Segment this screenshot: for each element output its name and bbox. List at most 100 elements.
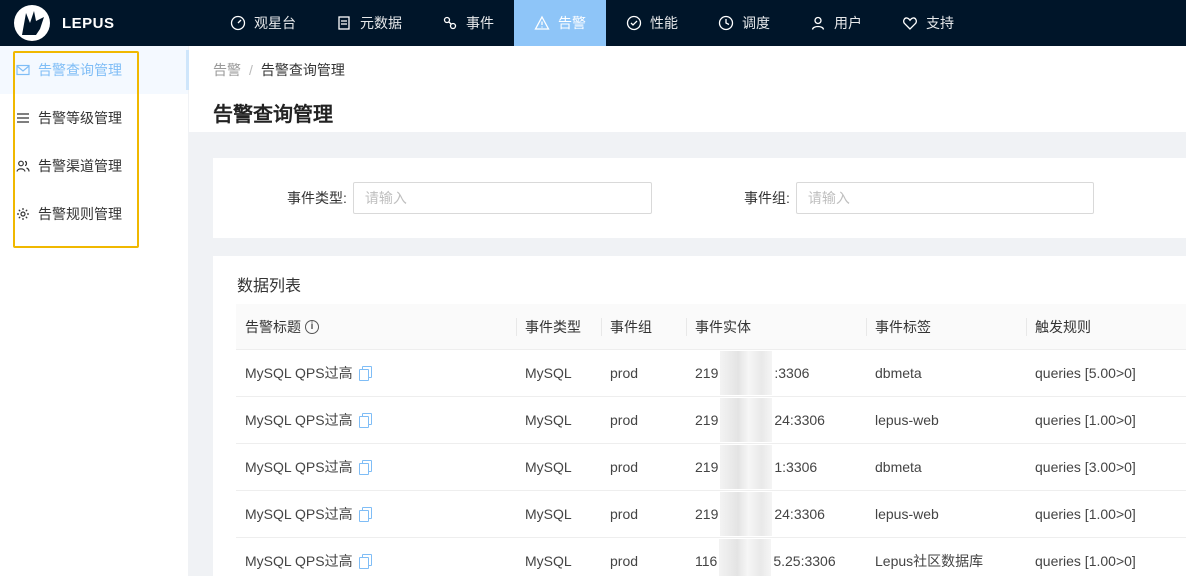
- cell-event-entity: 219 24:3306: [686, 397, 866, 443]
- cell-title: MySQL QPS过高: [236, 444, 516, 490]
- list-icon: [17, 113, 29, 123]
- cell-title: MySQL QPS过高: [236, 491, 516, 537]
- nav-item-event[interactable]: 事件: [422, 0, 514, 46]
- cell-event-tag: Lepus社区数据库: [875, 553, 984, 569]
- sidebar-item-label: 告警规则管理: [38, 206, 122, 222]
- page-title: 告警查询管理: [213, 104, 333, 126]
- nav-label: 性能: [650, 15, 678, 31]
- column-header[interactable]: 事件组: [601, 304, 686, 349]
- cell-event-group: prod: [610, 553, 639, 569]
- cell-event-group: prod: [610, 506, 639, 522]
- nav-item-metadata[interactable]: 元数据: [316, 0, 422, 46]
- column-header[interactable]: 事件标签: [866, 304, 1026, 349]
- copy-icon[interactable]: [358, 413, 372, 428]
- mail-icon: [16, 64, 30, 76]
- sidebar-item-alert-query[interactable]: 告警查询管理: [0, 46, 188, 94]
- warning-icon: [534, 15, 550, 30]
- cell-event-group: prod: [610, 412, 639, 428]
- cell-event-entity: 219:3306: [686, 350, 866, 396]
- event-group-input[interactable]: 请输入: [795, 182, 1094, 214]
- nav-item-user[interactable]: 用户: [790, 0, 882, 46]
- table-row[interactable]: MySQL QPS过高 MySQL prod 219 24:3306 lepus-web q…: [236, 397, 1186, 444]
- logo[interactable]: LEPUS: [0, 0, 190, 46]
- cell-event-tag: lepus-web: [875, 412, 939, 428]
- cell-title: MySQL QPS过高: [236, 397, 516, 443]
- event-icon: [443, 16, 457, 30]
- schedule-icon: [718, 15, 734, 31]
- cell-event-type: MySQL: [525, 365, 572, 381]
- cell-event-type: MySQL: [525, 506, 572, 522]
- heart-icon: [903, 17, 917, 30]
- cell-trigger-rule: queries [1.00>0]: [1035, 412, 1136, 428]
- column-header[interactable]: 告警标题 i: [236, 304, 516, 349]
- info-icon[interactable]: i: [305, 319, 319, 334]
- column-header[interactable]: 触发规则: [1026, 304, 1186, 349]
- cell-trigger-rule: queries [5.00>0]: [1035, 365, 1136, 381]
- dashboard-icon: [230, 15, 246, 31]
- event-group-field: 事件组: 请输入: [744, 182, 1094, 214]
- event-type-field: 事件类型: 请输入: [287, 182, 652, 214]
- nav-item-performance[interactable]: 性能: [606, 0, 698, 46]
- redacted-blur: [720, 398, 773, 442]
- main-nav: 观星台 元数据 事件 告警 性能 调度 用户 支持: [210, 0, 974, 46]
- cell-event-type: MySQL: [525, 553, 572, 569]
- cell-event-entity: 219 24:3306: [686, 491, 866, 537]
- redacted-blur: [719, 539, 772, 576]
- breadcrumb: 告警 / 告警查询管理: [213, 60, 1162, 80]
- nav-item-alert[interactable]: 告警: [514, 0, 606, 46]
- table-row[interactable]: MySQL QPS过高 MySQL prod 219 24:3306 lepus-web q…: [236, 491, 1186, 538]
- copy-icon[interactable]: [358, 554, 372, 569]
- nav-item-support[interactable]: 支持: [882, 0, 974, 46]
- copy-icon[interactable]: [358, 507, 372, 522]
- column-header[interactable]: 事件类型: [516, 304, 601, 349]
- cell-event-tag: dbmeta: [875, 365, 922, 381]
- gear-icon: [17, 208, 29, 220]
- cell-event-type: MySQL: [525, 412, 572, 428]
- cell-event-group: prod: [610, 459, 639, 475]
- nav-label: 告警: [558, 15, 586, 31]
- sidebar-item-alert-channel[interactable]: 告警渠道管理: [0, 142, 188, 190]
- sidebar-item-alert-level[interactable]: 告警等级管理: [0, 94, 188, 142]
- cell-trigger-rule: queries [1.00>0]: [1035, 553, 1136, 569]
- brand-name: LEPUS: [62, 14, 115, 32]
- cell-event-type: MySQL: [525, 459, 572, 475]
- cell-event-group: prod: [610, 365, 639, 381]
- breadcrumb-parent[interactable]: 告警: [213, 60, 241, 80]
- cell-event-tag: dbmeta: [875, 459, 922, 475]
- list-title: 数据列表: [237, 278, 302, 295]
- event-type-input[interactable]: 请输入: [352, 182, 652, 214]
- alert-table: 告警标题 i 事件类型 事件组 事件实体 事件标签 触发规则 MySQL QPS过…: [236, 304, 1186, 576]
- data-list-card: 数据列表 告警标题 i 事件类型 事件组 事件实体 事件标签 触发规则 MySQL…: [213, 256, 1186, 576]
- nav-label: 支持: [926, 15, 954, 31]
- breadcrumb-current: 告警查询管理: [260, 62, 345, 78]
- cell-trigger-rule: queries [1.00>0]: [1035, 506, 1136, 522]
- cell-trigger-rule: queries [3.00>0]: [1035, 459, 1136, 475]
- copy-icon[interactable]: [358, 460, 372, 475]
- copy-icon[interactable]: [358, 366, 372, 381]
- redacted-blur: [720, 351, 773, 395]
- nav-label: 元数据: [360, 15, 402, 31]
- table-row[interactable]: MySQL QPS过高 MySQL prod 116 5.25:3306 Lepus社区数…: [236, 538, 1186, 576]
- table-row[interactable]: MySQL QPS过高 MySQL prod 219:3306 dbmeta querie…: [236, 350, 1186, 397]
- event-group-label: 事件组:: [744, 190, 790, 206]
- table-body: MySQL QPS过高 MySQL prod 219:3306 dbmeta querie…: [236, 350, 1186, 576]
- table-header: 告警标题 i 事件类型 事件组 事件实体 事件标签 触发规则: [236, 304, 1186, 350]
- nav-item-schedule[interactable]: 调度: [698, 0, 790, 46]
- cell-event-entity: 116 5.25:3306: [686, 538, 866, 576]
- cell-title: MySQL QPS过高: [236, 350, 516, 396]
- logo-mark-icon: [14, 5, 50, 41]
- table-row[interactable]: MySQL QPS过高 MySQL prod 219 1:3306 dbmeta queri…: [236, 444, 1186, 491]
- nav-item-dashboard[interactable]: 观星台: [210, 0, 316, 46]
- sidebar-item-label: 告警渠道管理: [38, 158, 122, 174]
- sidebar-item-label: 告警查询管理: [38, 62, 122, 78]
- nav-label: 用户: [834, 15, 862, 31]
- column-header[interactable]: 事件实体: [686, 304, 866, 349]
- nav-label: 调度: [742, 15, 770, 31]
- users-icon: [16, 160, 30, 172]
- breadcrumb-separator: /: [249, 62, 253, 78]
- redacted-blur: [720, 492, 773, 536]
- sidebar-item-alert-rule[interactable]: 告警规则管理: [0, 190, 188, 238]
- sidebar-item-label: 告警等级管理: [38, 110, 122, 126]
- performance-icon: [626, 15, 642, 31]
- cell-event-tag: lepus-web: [875, 506, 939, 522]
